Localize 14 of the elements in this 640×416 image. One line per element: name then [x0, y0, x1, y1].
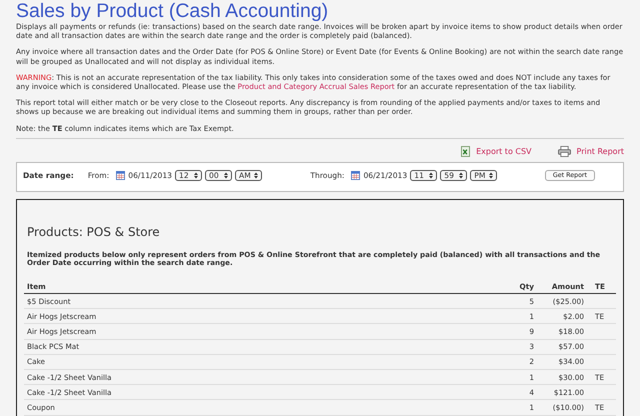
- dropdown-arrows-icon: [489, 172, 494, 180]
- page-title: Sales by Product (Cash Accounting): [16, 0, 330, 22]
- dropdown-arrows-icon: [254, 172, 258, 180]
- spreadsheet-icon: [461, 146, 470, 158]
- dropdown-arrows-icon: [429, 172, 434, 180]
- calendar-icon[interactable]: [351, 171, 360, 180]
- calendar-icon[interactable]: [116, 171, 126, 180]
- export-link[interactable]: Export to CSV: [476, 147, 532, 156]
- section-title: Products: POS & Store: [27, 224, 161, 239]
- print-link[interactable]: Print Report: [576, 147, 624, 156]
- dropdown-arrows-icon: [224, 172, 228, 180]
- dropdown-arrows-icon: [459, 172, 464, 180]
- dropdown-arrows-icon: [194, 172, 198, 180]
- printer-icon: [558, 146, 571, 158]
